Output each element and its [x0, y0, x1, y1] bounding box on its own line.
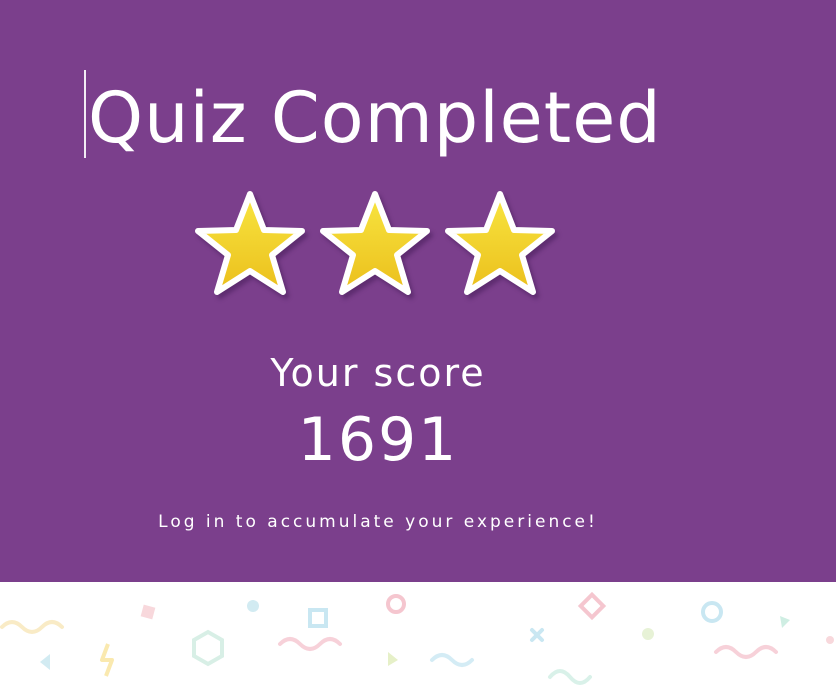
star-icon	[320, 191, 430, 295]
login-hint-link[interactable]: Log in to accumulate your experience!	[0, 510, 756, 534]
quiz-result-panel: Quiz Completed Your score 1691 Log in to…	[0, 0, 836, 582]
text-cursor	[84, 70, 86, 158]
page-title: Quiz Completed	[88, 77, 662, 159]
star-icon	[195, 191, 305, 295]
confetti-decoration	[0, 582, 836, 691]
star-icon	[445, 191, 555, 295]
score-label: Your score	[270, 351, 486, 395]
score-value: 1691	[297, 405, 459, 475]
